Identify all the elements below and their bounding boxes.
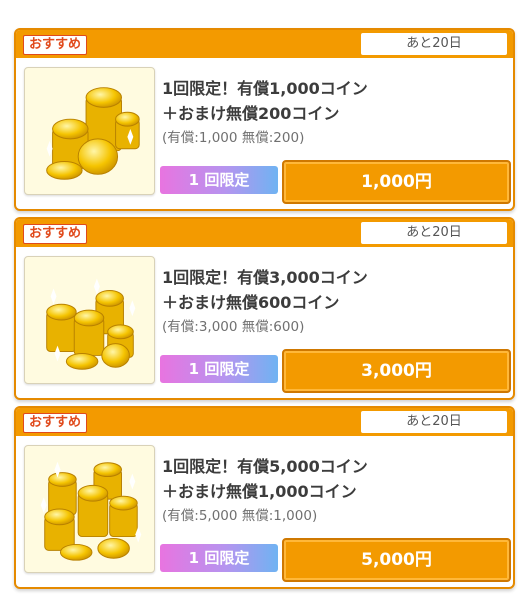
one-time-limit-label: 1 回限定 (160, 355, 278, 383)
offer-title-line1: 1回限定！有償1,000コイン (162, 79, 368, 98)
offer-title-line2: ＋おまけ無償600コイン (162, 293, 340, 312)
purchase-button[interactable]: 3,000円 (282, 349, 511, 393)
offer-title-line2: ＋おまけ無償1,000コイン (162, 482, 357, 501)
days-left-label: あと20日 (361, 411, 507, 433)
recommended-badge: おすすめ (23, 224, 88, 244)
purchase-button[interactable]: 1,000円 (282, 160, 511, 204)
card-header: おすすめ あと20日 (16, 408, 513, 436)
purchase-button[interactable]: 5,000円 (282, 538, 511, 582)
coin-heap-icon (24, 445, 155, 573)
offer-title-line1: 1回限定！有償5,000コイン (162, 457, 368, 476)
days-left-label: あと20日 (361, 33, 507, 55)
coin-pile-icon (24, 256, 155, 384)
offer-title: 1回限定！有償3,000コイン ＋おまけ無償600コイン (162, 265, 502, 315)
recommended-badge: おすすめ (23, 35, 88, 55)
offer-card: おすすめ あと20日 (14, 217, 515, 400)
offer-title-line2: ＋おまけ無償200コイン (162, 104, 340, 123)
recommended-badge: おすすめ (23, 413, 88, 433)
one-time-limit-label: 1 回限定 (160, 544, 278, 572)
days-left-label: あと20日 (361, 222, 507, 244)
card-header: おすすめ あと20日 (16, 219, 513, 247)
offer-title: 1回限定！有償1,000コイン ＋おまけ無償200コイン (162, 76, 502, 126)
offer-card: おすすめ あと20日 (14, 406, 515, 589)
offer-detail: (有償:1,000 無償:200) (162, 130, 305, 146)
card-header: おすすめ あと20日 (16, 30, 513, 58)
coin-stack-icon (24, 67, 155, 195)
offer-detail: (有償:5,000 無償:1,000) (162, 508, 318, 524)
offer-detail: (有償:3,000 無償:600) (162, 319, 305, 335)
offer-card: おすすめ あと20日 (14, 28, 515, 211)
one-time-limit-label: 1 回限定 (160, 166, 278, 194)
offer-title: 1回限定！有償5,000コイン ＋おまけ無償1,000コイン (162, 454, 502, 504)
offer-title-line1: 1回限定！有償3,000コイン (162, 268, 368, 287)
